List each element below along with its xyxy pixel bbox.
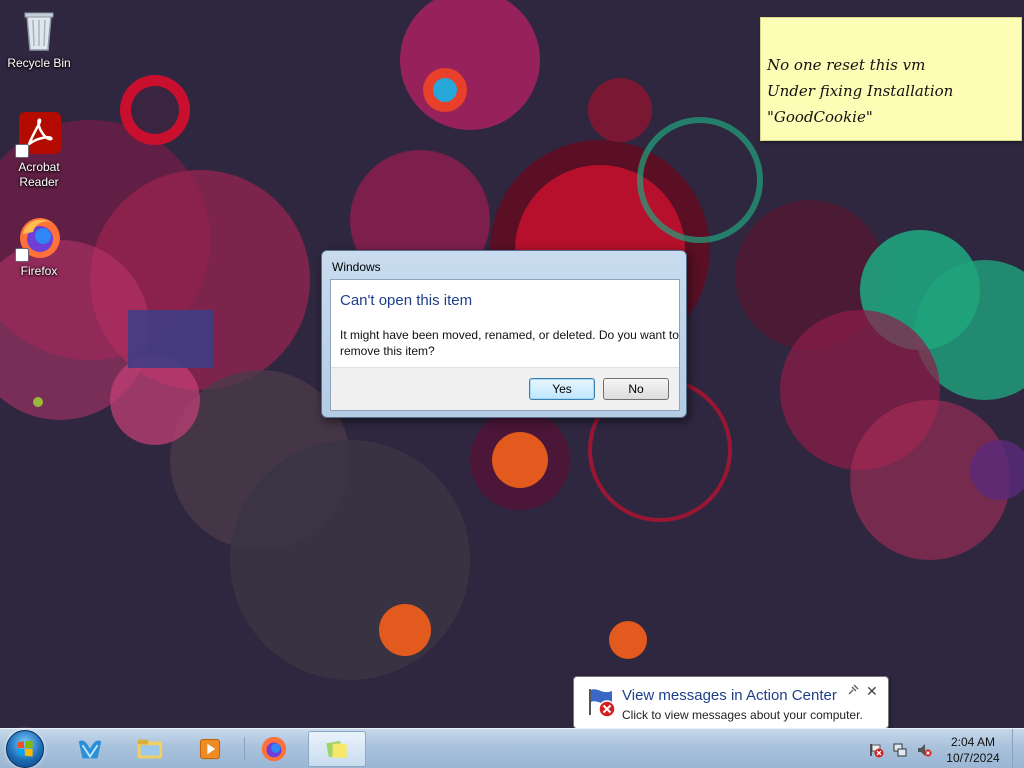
show-desktop-button[interactable] bbox=[1012, 729, 1024, 768]
dialog-message: It might have been moved, renamed, or de… bbox=[340, 328, 679, 358]
recycle-bin-label: Recycle Bin bbox=[7, 56, 71, 70]
firefox-icon bbox=[15, 214, 63, 262]
shortcut-arrow-icon bbox=[15, 144, 29, 158]
shortcut-arrow-icon bbox=[15, 248, 29, 262]
recycle-bin-icon bbox=[15, 6, 63, 54]
windows-logo-icon bbox=[17, 740, 33, 757]
taskbar-file-explorer[interactable] bbox=[121, 731, 179, 767]
windows-live-icon bbox=[78, 740, 102, 759]
folder-icon bbox=[137, 739, 163, 759]
taskbar-sticky-notes[interactable] bbox=[308, 731, 366, 767]
desktop-icon-acrobat-reader[interactable]: Acrobat Reader bbox=[0, 110, 79, 190]
notification-subtitle: Click to view messages about your comput… bbox=[622, 708, 863, 722]
dialog-button-bar: Yes No bbox=[331, 367, 679, 410]
media-player-icon bbox=[199, 738, 221, 760]
notification-close-icon[interactable]: ✕ bbox=[866, 684, 878, 700]
sticky-note-line: Under fixing Installation bbox=[767, 82, 954, 100]
dialog-heading: Can't open this item bbox=[340, 292, 473, 309]
volume-muted-tray-icon[interactable] bbox=[916, 742, 932, 758]
desktop-icon-recycle-bin[interactable]: Recycle Bin bbox=[0, 6, 79, 71]
taskbar: 2:04 AM 10/7/2024 bbox=[0, 728, 1024, 768]
sticky-note-line: "GoodCookie" bbox=[767, 108, 873, 126]
sticky-note-line: No one reset this vm bbox=[767, 56, 926, 74]
desktop-icon-firefox[interactable]: Firefox bbox=[0, 214, 79, 279]
pin-icon[interactable] bbox=[847, 684, 859, 699]
dialog-body: Can't open this item It might have been … bbox=[330, 279, 680, 411]
acrobat-reader-label: Acrobat Reader bbox=[18, 160, 60, 189]
clock-date: 10/7/2024 bbox=[946, 751, 1000, 765]
firefox-icon bbox=[261, 736, 287, 762]
action-center-notification[interactable]: View messages in Action Center Click to … bbox=[573, 676, 889, 737]
dialog-title: Windows bbox=[332, 260, 381, 274]
network-tray-icon[interactable] bbox=[892, 742, 908, 758]
taskbar-windows-live[interactable] bbox=[61, 731, 119, 767]
action-center-tray-icon[interactable] bbox=[868, 742, 884, 758]
firefox-label: Firefox bbox=[20, 264, 58, 278]
cant-open-item-dialog[interactable]: Windows Can't open this item It might ha… bbox=[321, 250, 687, 418]
start-button[interactable] bbox=[6, 730, 44, 768]
system-clock[interactable]: 2:04 AM 10/7/2024 bbox=[940, 734, 1006, 766]
yes-button[interactable]: Yes bbox=[529, 378, 595, 400]
sticky-notes-icon bbox=[326, 740, 347, 758]
no-button[interactable]: No bbox=[603, 378, 669, 400]
notification-title[interactable]: View messages in Action Center bbox=[622, 687, 837, 704]
taskbar-media-player[interactable] bbox=[181, 731, 239, 767]
acrobat-reader-icon bbox=[15, 110, 63, 158]
clock-time: 2:04 AM bbox=[950, 735, 996, 749]
sticky-note[interactable]: No one reset this vm Under fixing Instal… bbox=[760, 17, 1022, 141]
action-center-flag-icon bbox=[584, 685, 618, 719]
taskbar-firefox[interactable] bbox=[245, 731, 303, 767]
